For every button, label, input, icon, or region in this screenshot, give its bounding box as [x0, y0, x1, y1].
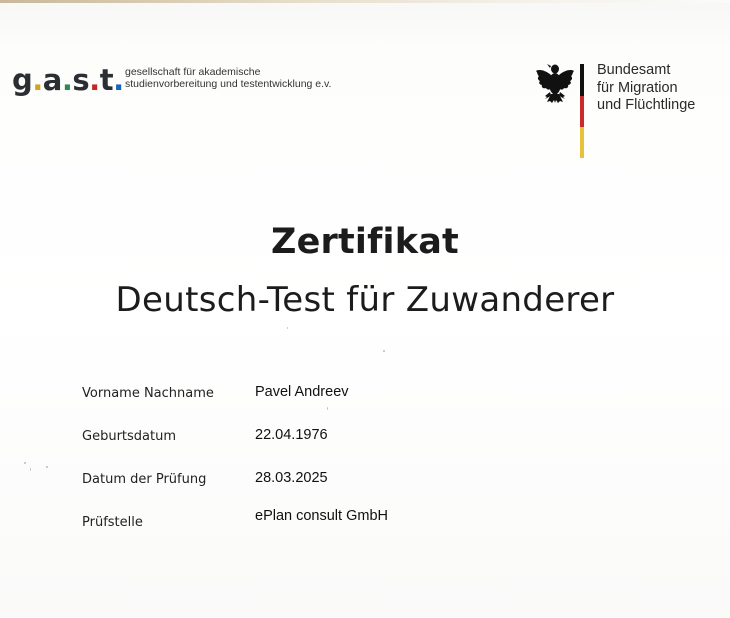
field-value-birthdate: 22.04.1976 [255, 427, 328, 443]
paper-edge [0, 0, 730, 3]
certificate-title: Zertifikat [271, 222, 459, 262]
bamf-logo-line3: und Flüchtlinge [597, 97, 696, 113]
flag-bar [580, 64, 584, 158]
federal-eagle-icon [536, 64, 574, 103]
gast-logo-text: gesellschaft für akademische studienvorb… [125, 66, 331, 90]
field-label-exam-date: Datum der Prüfung [82, 472, 207, 487]
field-row-test-center: Prüfstelle ePlan consult GmbH [82, 508, 642, 537]
scan-speck [46, 466, 48, 468]
gast-logo-mark: g.a.s.t. [12, 63, 124, 97]
scan-speck [30, 468, 31, 471]
scan-speck [383, 350, 385, 352]
scan-speck [287, 327, 288, 329]
field-row-exam-date: Datum der Prüfung 28.03.2025 [82, 470, 642, 494]
field-value-test-center: ePlan consult GmbH [255, 508, 388, 524]
field-label-name: Vorname Nachname [82, 386, 214, 401]
scan-speck [24, 462, 26, 464]
gast-logo-line2: studienvorbereitung und testentwicklung … [125, 78, 332, 90]
field-row-name: Vorname Nachname Pavel Andreev [82, 384, 642, 408]
bamf-logo-text: Bundesamt für Migration und Flüchtlinge [597, 62, 695, 115]
bamf-logo-line1: Bundesamt [597, 62, 671, 78]
field-value-exam-date: 28.03.2025 [255, 470, 328, 486]
field-value-name: Pavel Andreev [255, 384, 349, 400]
scan-speck [327, 407, 328, 410]
gast-logo: g.a.s.t. gesellschaft für akademische st… [12, 63, 331, 97]
certificate-subtitle: Deutsch-Test für Zuwanderer [115, 280, 615, 320]
field-label-test-center: Prüfstelle [82, 515, 143, 530]
certificate-page: g.a.s.t. gesellschaft für akademische st… [0, 0, 730, 618]
field-row-birthdate: Geburtsdatum 22.04.1976 [82, 427, 642, 451]
gast-logo-line1: gesellschaft für akademische [125, 66, 261, 78]
bamf-logo-line2: für Migration [597, 79, 678, 96]
field-label-birthdate: Geburtsdatum [82, 429, 176, 444]
